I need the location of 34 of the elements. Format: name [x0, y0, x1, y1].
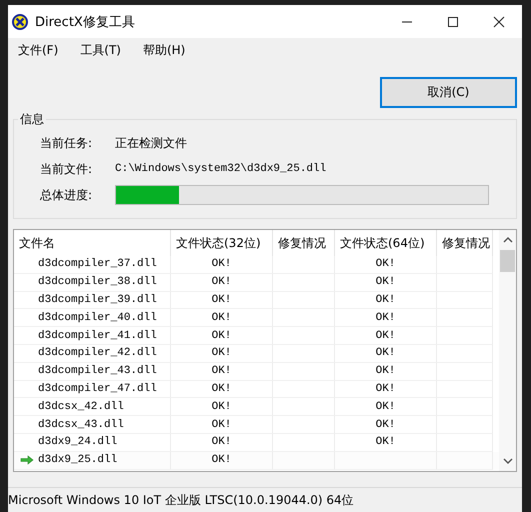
table-cell: OK!	[171, 452, 273, 470]
task-text: 正在检测文件	[115, 134, 187, 152]
file-name: d3dcsx_43.dll	[38, 418, 124, 431]
menu-item[interactable]: 帮助(H)	[142, 42, 186, 58]
file-name: d3dcompiler_40.dll	[38, 312, 157, 324]
app-logo-icon	[11, 12, 29, 30]
file-name: d3dcompiler_47.dll	[38, 382, 157, 395]
file-path: C:\Windows\system32\d3dx9_25.dll	[115, 163, 326, 175]
scroll-down-icon[interactable]	[502, 457, 512, 465]
field-label: 当前任务:	[40, 134, 94, 152]
menu-item[interactable]: 工具(T)	[80, 42, 121, 58]
window-title: DirectX修复工具	[35, 14, 135, 30]
file-name: d3dcompiler_41.dll	[38, 330, 157, 342]
scrollbar[interactable]	[499, 230, 516, 471]
file-name: d3dcsx_42.dll	[38, 400, 124, 413]
file-name: d3dcompiler_39.dll	[38, 294, 157, 306]
file-name: d3dx9_25.dll	[38, 454, 118, 466]
close-icon[interactable]	[493, 16, 505, 28]
table-cell	[273, 452, 335, 470]
table-cell	[437, 452, 493, 470]
file-name: d3dcompiler_43.dll	[38, 365, 157, 378]
file-name: d3dx9_24.dll	[38, 436, 118, 448]
arrow-icon	[20, 455, 34, 466]
scroll-thumb[interactable]	[500, 250, 515, 272]
field-label: 总体进度:	[40, 186, 94, 204]
maximize-icon[interactable]	[447, 16, 459, 28]
menu-item[interactable]: 文件(F)	[18, 42, 58, 58]
cancel-button[interactable]: 取消(C)	[380, 77, 517, 108]
group-title: 信息	[18, 111, 46, 128]
file-name: d3dcompiler_38.dll	[38, 276, 157, 288]
field-label: 当前文件:	[40, 160, 94, 178]
scroll-up-icon[interactable]	[502, 236, 512, 244]
file-name: d3dcompiler_42.dll	[38, 347, 157, 360]
file-name: d3dcompiler_37.dll	[38, 258, 157, 270]
